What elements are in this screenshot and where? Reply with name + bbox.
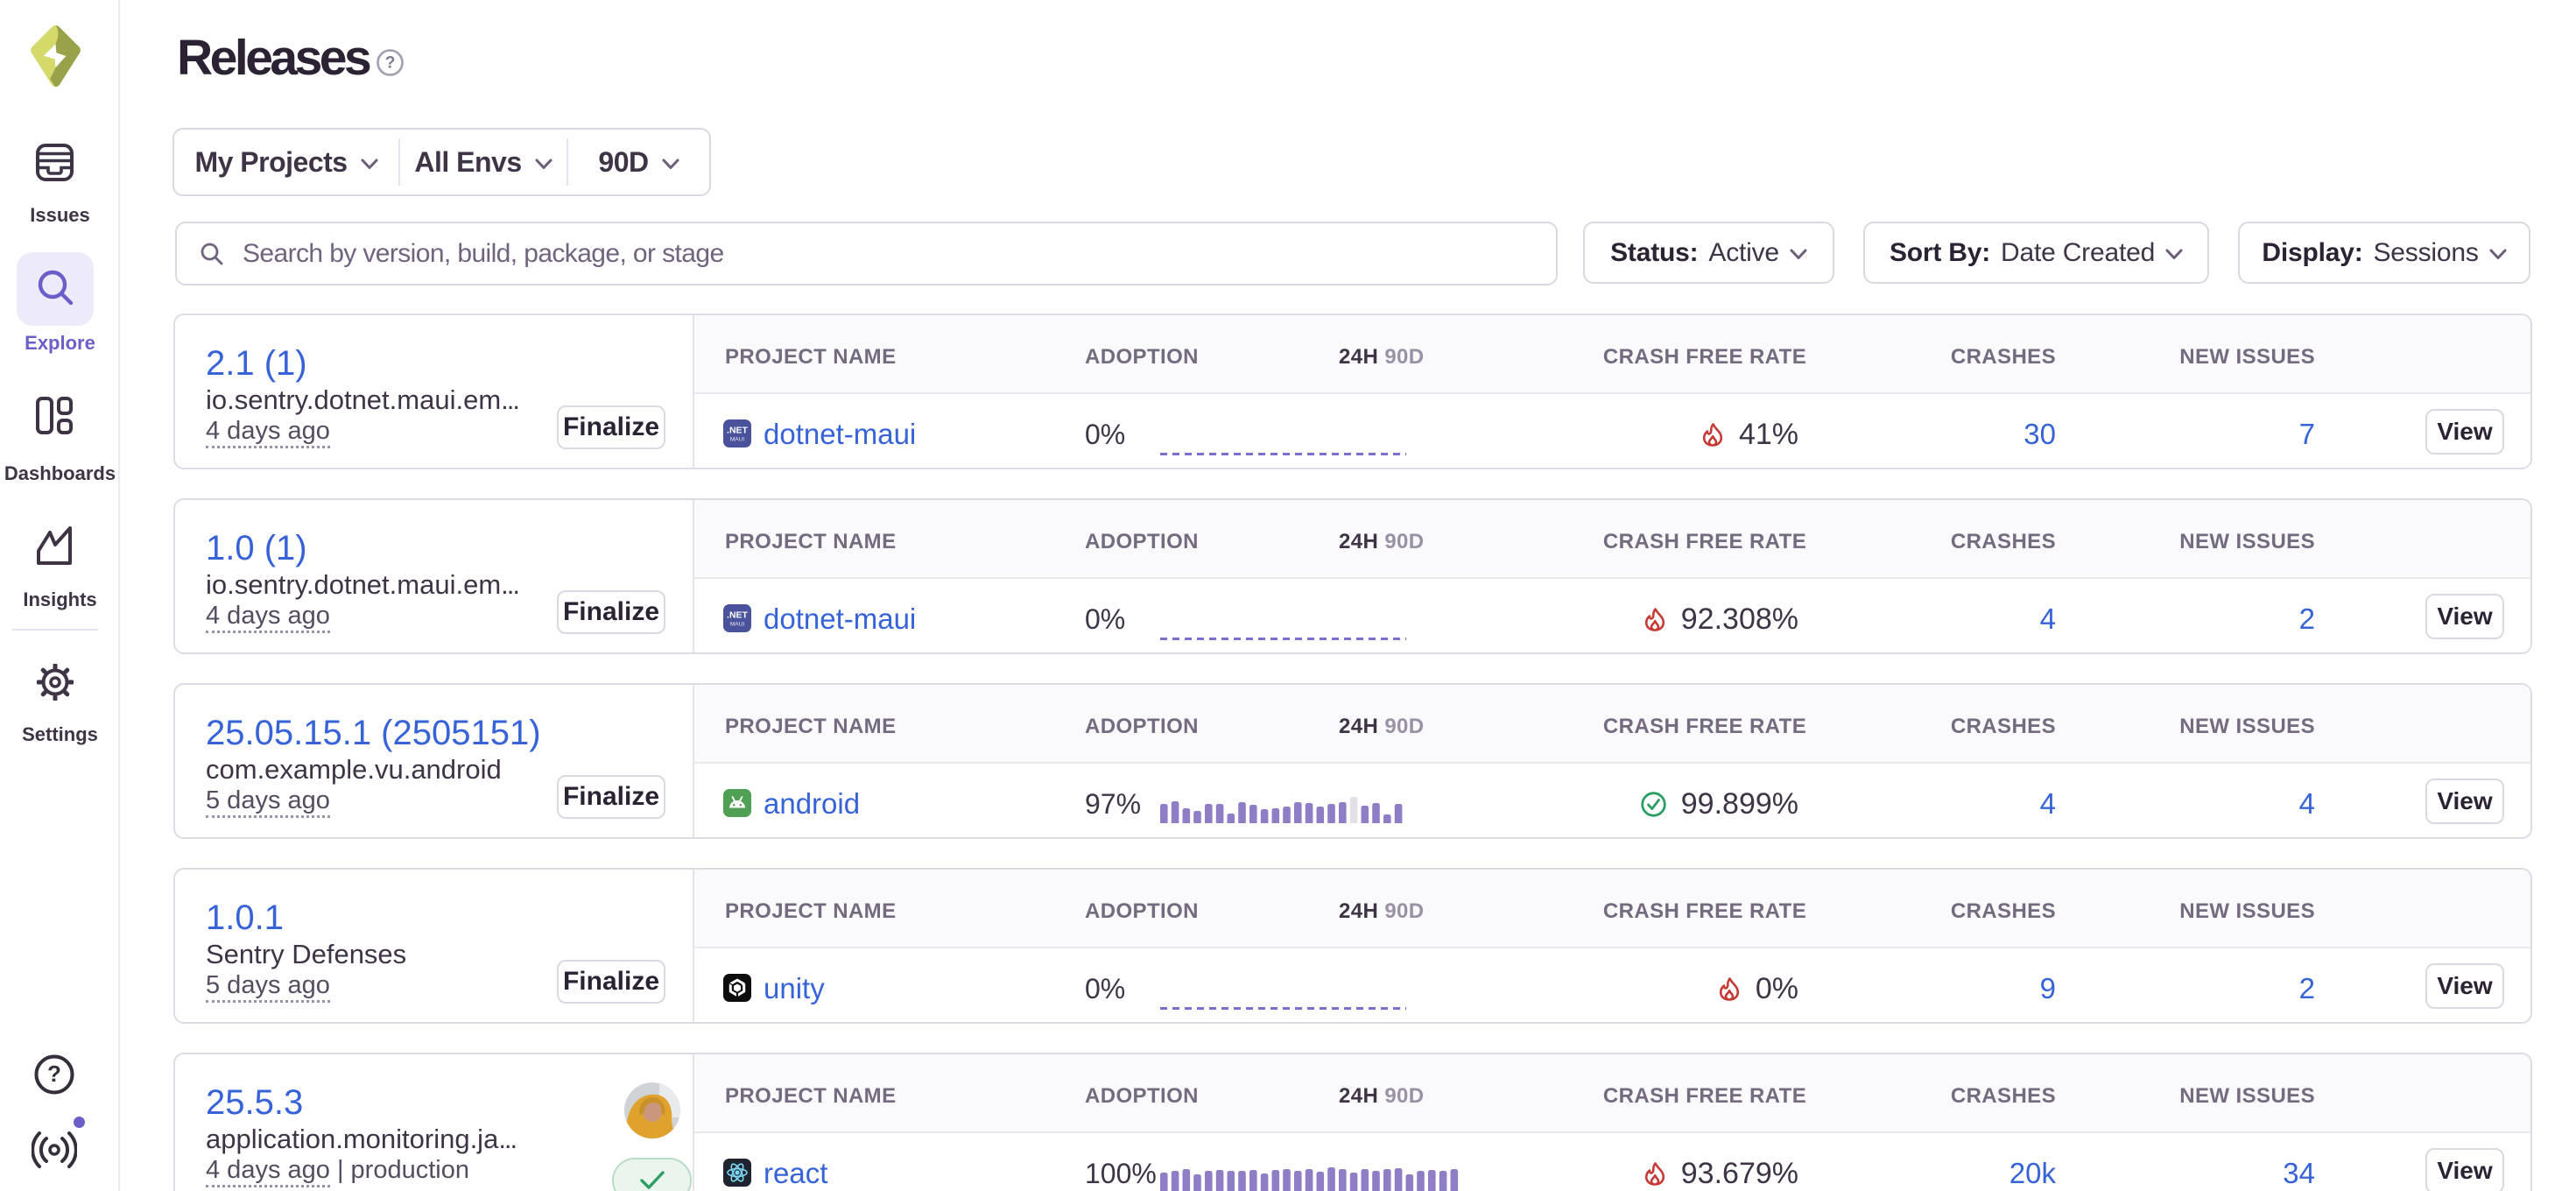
svg-text:.NET: .NET [727,426,749,436]
svg-text:?: ? [47,1061,61,1087]
svg-text:?: ? [385,54,396,73]
svg-text:MAUI: MAUI [730,622,744,628]
svg-text:MAUI: MAUI [730,437,744,443]
svg-text:.NET: .NET [727,610,749,621]
